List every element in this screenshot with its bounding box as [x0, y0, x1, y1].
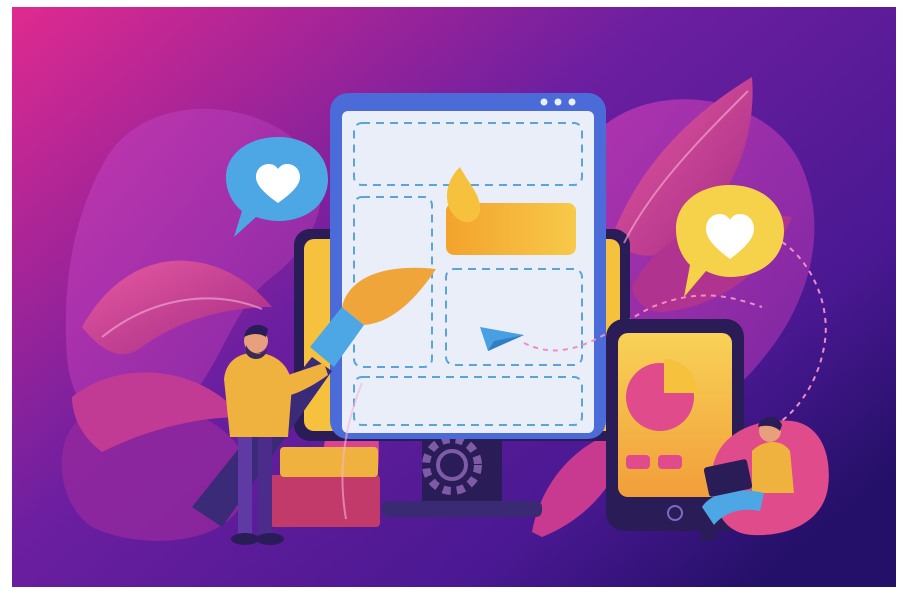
- illustration-frame: [12, 7, 896, 587]
- web-design-illustration: [12, 7, 896, 587]
- phone-button-right: [658, 455, 682, 469]
- tablet-dot: [540, 98, 548, 106]
- tablet-dot: [554, 98, 562, 106]
- book-stack-bottom: [270, 475, 380, 527]
- tablet-screen: [342, 111, 594, 433]
- book-stack-top: [280, 447, 378, 477]
- tablet-dot: [568, 98, 576, 106]
- monitor-base: [382, 501, 542, 517]
- phone-button-left: [626, 455, 650, 469]
